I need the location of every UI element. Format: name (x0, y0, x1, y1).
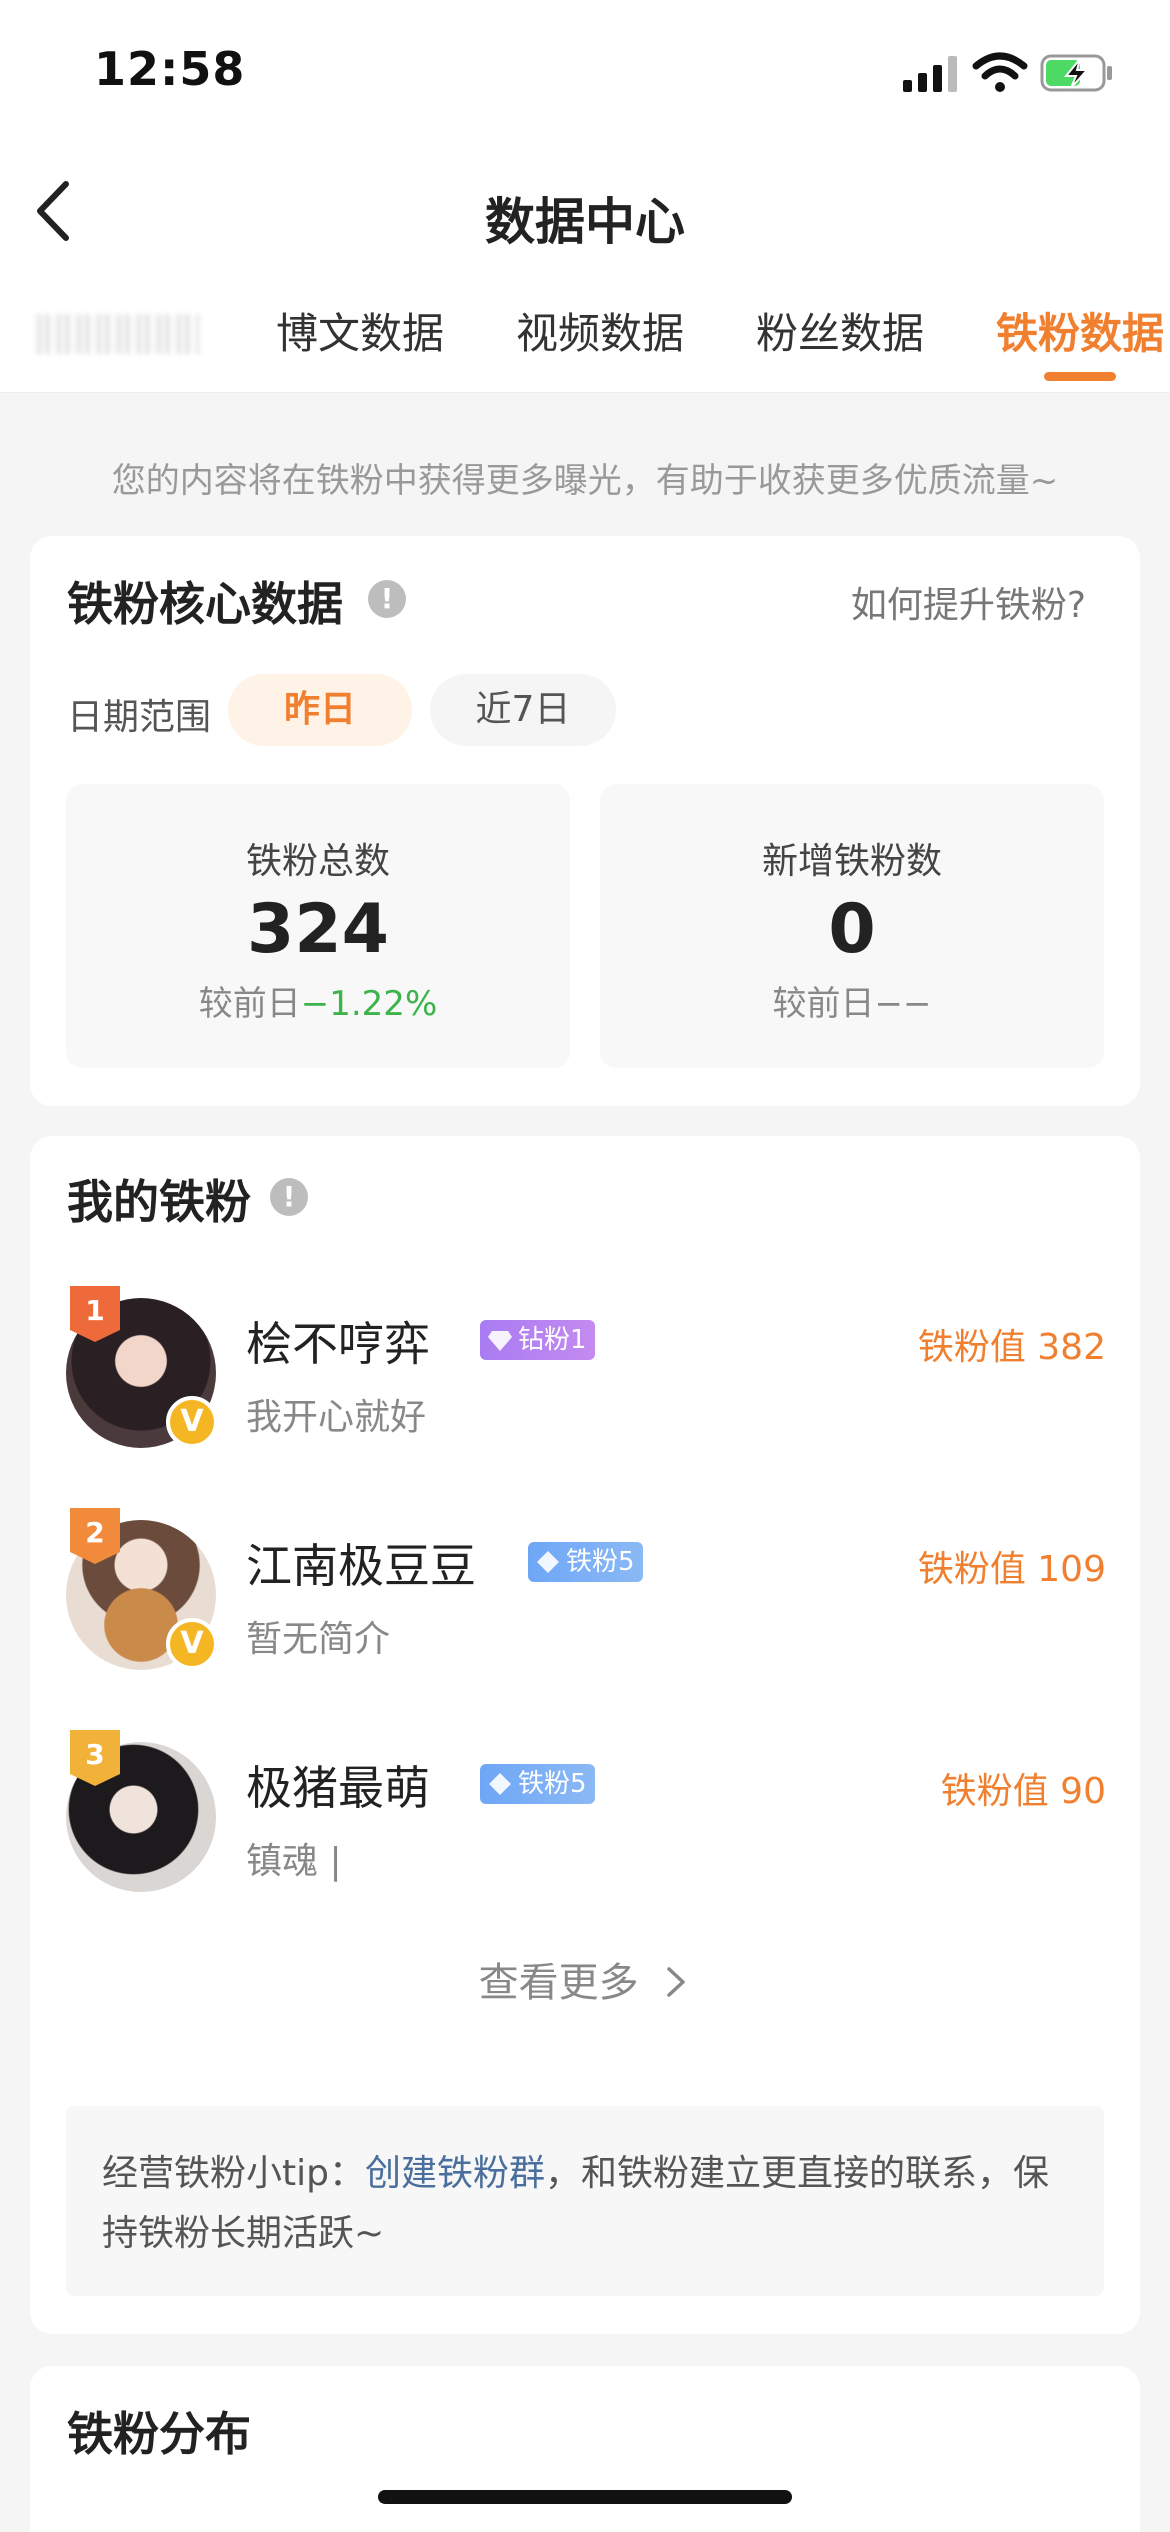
diamond-icon (489, 1773, 511, 1795)
page-title: 数据中心 (485, 193, 685, 251)
compare-prefix: 较前日 (198, 984, 301, 1024)
compare-value: −− (874, 984, 932, 1024)
fan-list-item[interactable]: 3 极猪最萌 铁粉5 镇魂 | 铁粉值 90 (66, 1730, 1106, 1900)
tab-bar: 博文数据 视频数据 粉丝数据 铁粉数据 (0, 290, 1170, 393)
battery-charging-icon (1040, 54, 1112, 92)
verified-v-icon: V (166, 1396, 218, 1448)
chevron-right-icon (667, 1967, 686, 1997)
exposure-hint: 您的内容将在铁粉中获得更多曝光，有助于收获更多优质流量~ (111, 461, 1059, 501)
tab-posts-data[interactable]: 博文数据 (276, 300, 444, 361)
stat-label: 铁粉总数 (245, 841, 390, 882)
stat-compare: 较前日−− (600, 976, 1104, 1025)
stat-label: 新增铁粉数 (761, 841, 942, 882)
wifi-icon (972, 52, 1028, 92)
how-to-improve-link[interactable]: 如何提升铁粉? (851, 576, 1086, 628)
status-time: 12:58 (94, 42, 246, 96)
fan-name[interactable]: 桧不哼弈 (246, 1308, 430, 1374)
active-tab-indicator (1044, 372, 1116, 381)
stat-value: 324 (247, 890, 389, 969)
fan-bio: 暂无简介 (246, 1619, 391, 1660)
home-indicator[interactable] (378, 2490, 792, 2504)
range-yesterday-button[interactable]: 昨日 (228, 674, 412, 746)
tab-overview-blurred[interactable] (36, 314, 200, 354)
verified-v-icon: V (166, 1618, 218, 1670)
status-bar: 12:58 (0, 0, 1170, 140)
fan-bio: 镇魂 | (246, 1841, 342, 1882)
range-7days-button[interactable]: 近7日 (430, 674, 616, 746)
badge-label: 钻粉1 (518, 1325, 587, 1355)
fans-tip: 经营铁粉小tip：创建铁粉群，和铁粉建立更直接的联系，保持铁粉长期活跃~ (66, 2106, 1104, 2296)
fan-name[interactable]: 江南极豆豆 (246, 1530, 476, 1596)
tip-prefix: 经营铁粉小tip： (102, 2153, 365, 2194)
info-icon[interactable]: ! (368, 580, 406, 618)
core-data-title: 铁粉核心数据 (67, 577, 343, 631)
tab-iron-fans-data[interactable]: 铁粉数据 (996, 300, 1164, 361)
compare-value: −1.22% (300, 984, 438, 1024)
nav-bar: 数据中心 (0, 160, 1170, 260)
create-fan-group-link[interactable]: 创建铁粉群 (365, 2153, 545, 2194)
fan-level-badge: 铁粉5 (528, 1542, 643, 1582)
diamond-icon (537, 1551, 559, 1573)
distribution-title: 铁粉分布 (67, 2407, 251, 2461)
my-fans-title: 我的铁粉 (67, 1175, 251, 1229)
tab-video-data[interactable]: 视频数据 (516, 300, 684, 361)
core-data-card: 铁粉核心数据 ! 如何提升铁粉? 日期范围 昨日 近7日 铁粉总数 324 较前… (30, 536, 1140, 1106)
see-more-link[interactable]: 查看更多 (30, 1950, 1140, 2008)
badge-label: 铁粉5 (518, 1769, 587, 1799)
rank-badge-icon: 2 (70, 1508, 120, 1564)
new-iron-fans-stat: 新增铁粉数 0 较前日−− (600, 784, 1104, 1068)
fan-score: 铁粉值 382 (917, 1327, 1106, 1368)
rank-badge-icon: 3 (70, 1730, 120, 1786)
fan-list-item[interactable]: 1 V 桧不哼弈 钻粉1 我开心就好 铁粉值 382 (66, 1286, 1106, 1456)
total-iron-fans-stat: 铁粉总数 324 较前日−1.22% (66, 784, 570, 1068)
fan-score: 铁粉值 90 (940, 1771, 1106, 1812)
rank-badge-icon: 1 (70, 1286, 120, 1342)
diamond-icon (488, 1331, 512, 1351)
tab-fans-data[interactable]: 粉丝数据 (756, 300, 924, 361)
fan-name[interactable]: 极猪最萌 (246, 1752, 430, 1818)
top-area: 12:58 数据中心 博文数据 视频数据 粉丝数据 铁粉数据 (0, 0, 1170, 393)
fan-score: 铁粉值 109 (917, 1549, 1106, 1590)
date-range-label: 日期范围 (67, 697, 212, 738)
badge-label: 铁粉5 (566, 1547, 635, 1577)
see-more-label: 查看更多 (478, 1960, 639, 2006)
fan-level-badge: 铁粉5 (480, 1764, 595, 1804)
fan-list-item[interactable]: 2 V 江南极豆豆 铁粉5 暂无简介 铁粉值 109 (66, 1508, 1106, 1678)
compare-prefix: 较前日 (772, 984, 875, 1024)
rank-number: 2 (85, 1516, 104, 1549)
rank-number: 3 (85, 1738, 104, 1771)
fan-distribution-card: 铁粉分布 (30, 2366, 1140, 2532)
info-icon[interactable]: ! (270, 1178, 308, 1216)
rank-number: 1 (85, 1294, 104, 1327)
signal-icon (903, 56, 957, 92)
fan-level-badge: 钻粉1 (480, 1320, 595, 1360)
stat-value: 0 (828, 890, 876, 969)
my-iron-fans-card: 我的铁粉 ! 1 V 桧不哼弈 钻粉1 我开心就好 铁粉值 382 2 V 江南… (30, 1136, 1140, 2334)
fan-bio: 我开心就好 (246, 1397, 427, 1438)
stat-compare: 较前日−1.22% (66, 976, 570, 1025)
